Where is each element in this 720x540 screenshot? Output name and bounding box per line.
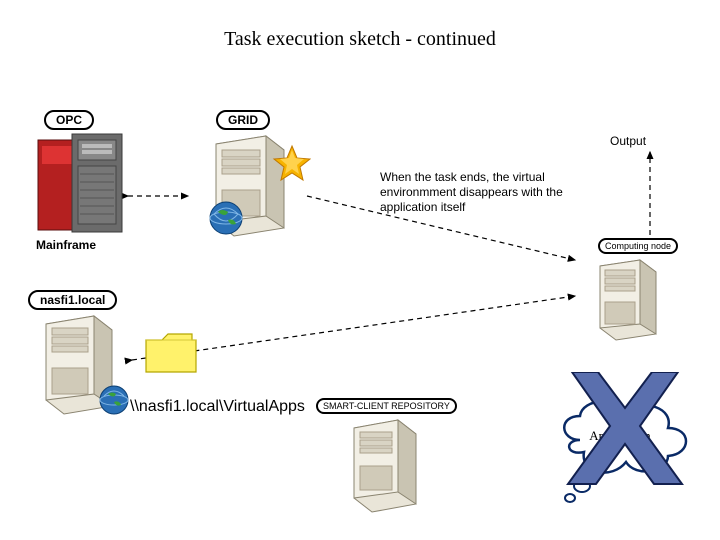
opc-label: OPC xyxy=(44,110,94,130)
slide-title: Task execution sketch - continued xyxy=(0,28,720,51)
smart-repo-label: SMART-CLIENT REPOSITORY xyxy=(316,398,457,414)
computing-node-server-icon xyxy=(586,256,672,349)
path-text: \\nasfi1.local\VirtualApps xyxy=(130,398,300,416)
mainframe-caption: Mainframe xyxy=(36,238,96,252)
nasfi-server-icon xyxy=(28,312,138,425)
grid-label: GRID xyxy=(216,110,270,130)
computing-node-label: Computing node xyxy=(598,238,678,254)
explanation-text: When the task ends, the virtual environm… xyxy=(380,170,620,215)
mainframe-icon xyxy=(30,132,130,242)
output-label: Output xyxy=(610,134,646,148)
folder-icon xyxy=(142,330,200,383)
delete-x-icon xyxy=(560,372,690,497)
smart-repo-server-icon xyxy=(336,416,436,521)
nasfi-label: nasfi1.local xyxy=(28,290,117,310)
grid-server-icon xyxy=(196,132,311,247)
